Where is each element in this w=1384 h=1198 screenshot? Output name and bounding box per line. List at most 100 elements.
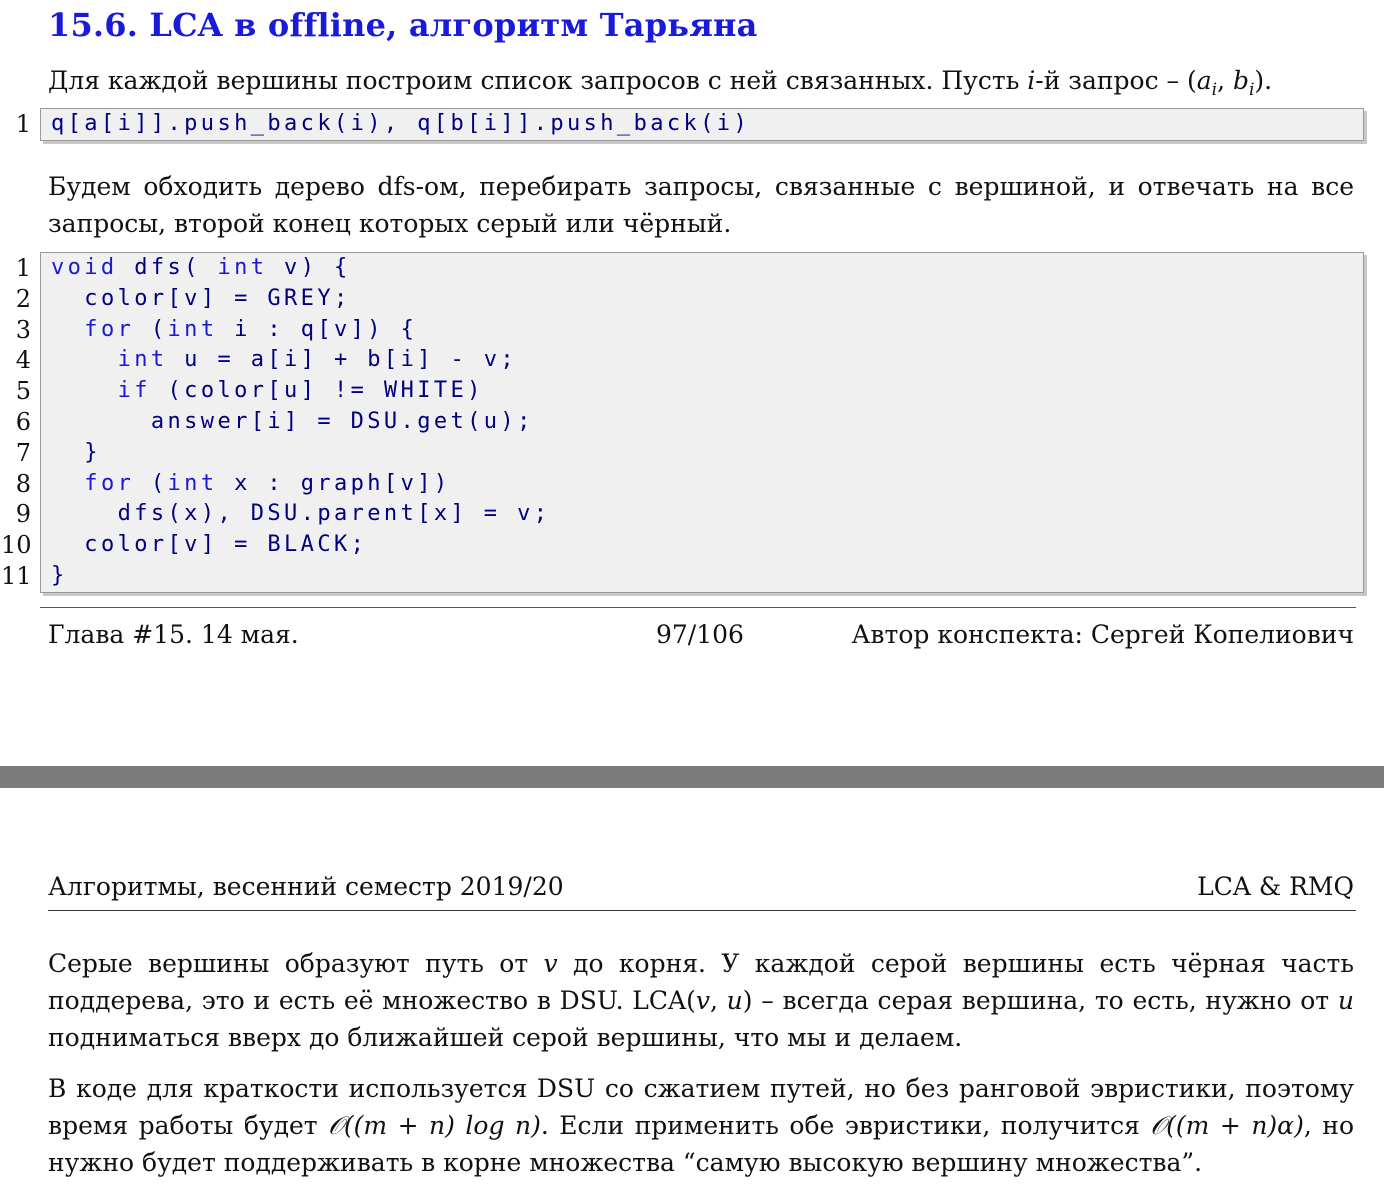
line-number: 8 bbox=[15, 469, 31, 498]
code-line: 11} bbox=[1, 561, 1363, 592]
code-segment: color[v] = GREY; bbox=[84, 285, 351, 311]
line-number: 1 bbox=[15, 254, 31, 282]
intro-text-2: -й запрос – ( bbox=[1035, 66, 1197, 95]
code-line: 7 } bbox=[16, 438, 1363, 469]
code-line: 6 answer[i] = DSU.get(u); bbox=[16, 407, 1363, 438]
code-segment: answer[i] = DSU.get(u); bbox=[150, 408, 534, 434]
code-text: } bbox=[51, 561, 68, 592]
code-line: 3 for (int i : q[v]) { bbox=[16, 315, 1363, 346]
code-text: void dfs( int v) { bbox=[51, 253, 351, 284]
code-line: 1 void dfs( int v) { bbox=[16, 253, 1363, 284]
header-rule bbox=[48, 910, 1356, 911]
p1-comma: , bbox=[709, 986, 727, 1015]
code-line: 10 color[v] = BLACK; bbox=[1, 530, 1363, 561]
footer-page-number: 97/106 bbox=[656, 620, 744, 649]
intro-text: Для каждой вершины построим список запро… bbox=[48, 66, 1028, 95]
code-segment: i : q[v]) { bbox=[217, 316, 418, 342]
intro-var-a: a bbox=[1196, 66, 1212, 95]
code-segment: v) { bbox=[267, 255, 351, 280]
line-number: 7 bbox=[15, 438, 31, 467]
code-text: for (int i : q[v]) { bbox=[51, 315, 417, 346]
code-text: for (int x : graph[v]) bbox=[51, 469, 451, 500]
intro-comma: , bbox=[1217, 66, 1233, 95]
line-number: 9 bbox=[15, 500, 31, 529]
code-text: if (color[u] != WHITE) bbox=[51, 376, 484, 407]
code-line: 9 dfs(x), DSU.parent[x] = v; bbox=[16, 499, 1363, 530]
p1-text-4: подниматься вверх до ближайшей серой вер… bbox=[48, 1023, 963, 1052]
code-keyword: for bbox=[84, 316, 135, 342]
code-line: 1 q[a[i]].push_back(i), q[b[i]].push_back… bbox=[16, 109, 1363, 140]
footer-author: Автор конспекта: Сергей Копелиович bbox=[851, 620, 1354, 649]
code-segment: (color[u] != WHITE) bbox=[150, 378, 484, 404]
code-line: 4 int u = a[i] + b[i] - v; bbox=[16, 345, 1363, 376]
p1-var-u-2: u bbox=[1337, 986, 1354, 1015]
line-number: 3 bbox=[15, 315, 31, 344]
intro-paragraph: Для каждой вершины построим список запро… bbox=[48, 62, 1354, 109]
code-segment: dfs( bbox=[117, 255, 218, 280]
code-keyword: for bbox=[84, 470, 135, 496]
code-line: 8 for (int x : graph[v]) bbox=[16, 469, 1363, 500]
line-number: 10 bbox=[1, 531, 32, 560]
gray-vertices-paragraph: Серые вершины образуют путь от v до корн… bbox=[48, 945, 1354, 1056]
code-text: int u = a[i] + b[i] - v; bbox=[51, 345, 517, 376]
line-number: 2 bbox=[15, 284, 31, 313]
code-segment: ( bbox=[134, 316, 168, 342]
line-number: 11 bbox=[1, 561, 32, 590]
p2-text-2: . Если применить обе эвристики, получитс… bbox=[540, 1111, 1151, 1140]
code-line: 5 if (color[u] != WHITE) bbox=[16, 376, 1363, 407]
code-text: q[a[i]].push_back(i), q[b[i]].push_back(… bbox=[51, 109, 750, 140]
p1-text-1: Серые вершины образуют путь от bbox=[48, 949, 544, 978]
code-segment: } bbox=[51, 562, 68, 588]
intro-var-b: b bbox=[1232, 66, 1249, 95]
code-keyword: int bbox=[117, 347, 168, 373]
code-listing-1: 1 q[a[i]].push_back(i), q[b[i]].push_back… bbox=[16, 108, 1364, 141]
section-title: 15.6. LCA в offline, алгоритм Тарьяна bbox=[48, 6, 758, 44]
line-number: 6 bbox=[15, 407, 31, 436]
running-header-course: Алгоритмы, весенний семестр 2019/20 bbox=[48, 872, 564, 901]
footer-rule bbox=[40, 607, 1356, 608]
code-segment: x : graph[v]) bbox=[217, 470, 451, 496]
line-number: 4 bbox=[15, 346, 31, 375]
running-header-topic: LCA & RMQ bbox=[1197, 872, 1354, 901]
page-separator bbox=[0, 766, 1384, 788]
p2-formula-2: 𝒪((m + n)α) bbox=[1150, 1111, 1304, 1140]
code-segment: ( bbox=[134, 470, 168, 496]
code-keyword: int bbox=[167, 470, 218, 496]
code-keyword: int bbox=[167, 316, 218, 342]
line-number: 5 bbox=[15, 377, 31, 406]
line-number: 1 bbox=[15, 110, 31, 138]
p1-var-v: v bbox=[543, 949, 558, 978]
footer-chapter: Глава #15. 14 мая. bbox=[48, 620, 299, 649]
code-keyword: int bbox=[217, 255, 268, 280]
document-page-top: 15.6. LCA в offline, алгоритм Тарьяна Дл… bbox=[0, 0, 1384, 766]
code-segment: dfs(x), DSU.parent[x] = v; bbox=[117, 501, 551, 527]
intro-text-3: ). bbox=[1254, 66, 1273, 95]
code-segment: color[v] = BLACK; bbox=[84, 532, 368, 558]
code-segment: } bbox=[84, 439, 101, 465]
p1-text-3: ) – всегда серая вершина, то есть, нужно… bbox=[742, 986, 1338, 1015]
code-listing-2: 1 void dfs( int v) {2 color[v] = GREY; 3 f… bbox=[1, 252, 1364, 593]
dfs-paragraph: Будем обходить дерево dfs-ом, перебирать… bbox=[48, 172, 1354, 238]
complexity-paragraph: В коде для краткости используется DSU со… bbox=[48, 1070, 1354, 1181]
p1-var-u: u bbox=[726, 986, 743, 1015]
code-keyword: if bbox=[117, 378, 151, 404]
code-segment: u = a[i] + b[i] - v; bbox=[167, 347, 518, 373]
p2-formula-1: 𝒪((m + n) log n) bbox=[328, 1111, 541, 1140]
code-text: } bbox=[51, 438, 101, 469]
code-text: color[v] = GREY; bbox=[51, 284, 351, 315]
code-keyword: void bbox=[51, 255, 118, 280]
code-text: answer[i] = DSU.get(u); bbox=[51, 407, 534, 438]
code-text: color[v] = BLACK; bbox=[51, 530, 367, 561]
code-text: dfs(x), DSU.parent[x] = v; bbox=[51, 499, 550, 530]
code-line: 2 color[v] = GREY; bbox=[16, 284, 1363, 315]
code-segment: q[a[i]].push_back(i), q[b[i]].push_back(… bbox=[51, 111, 751, 136]
